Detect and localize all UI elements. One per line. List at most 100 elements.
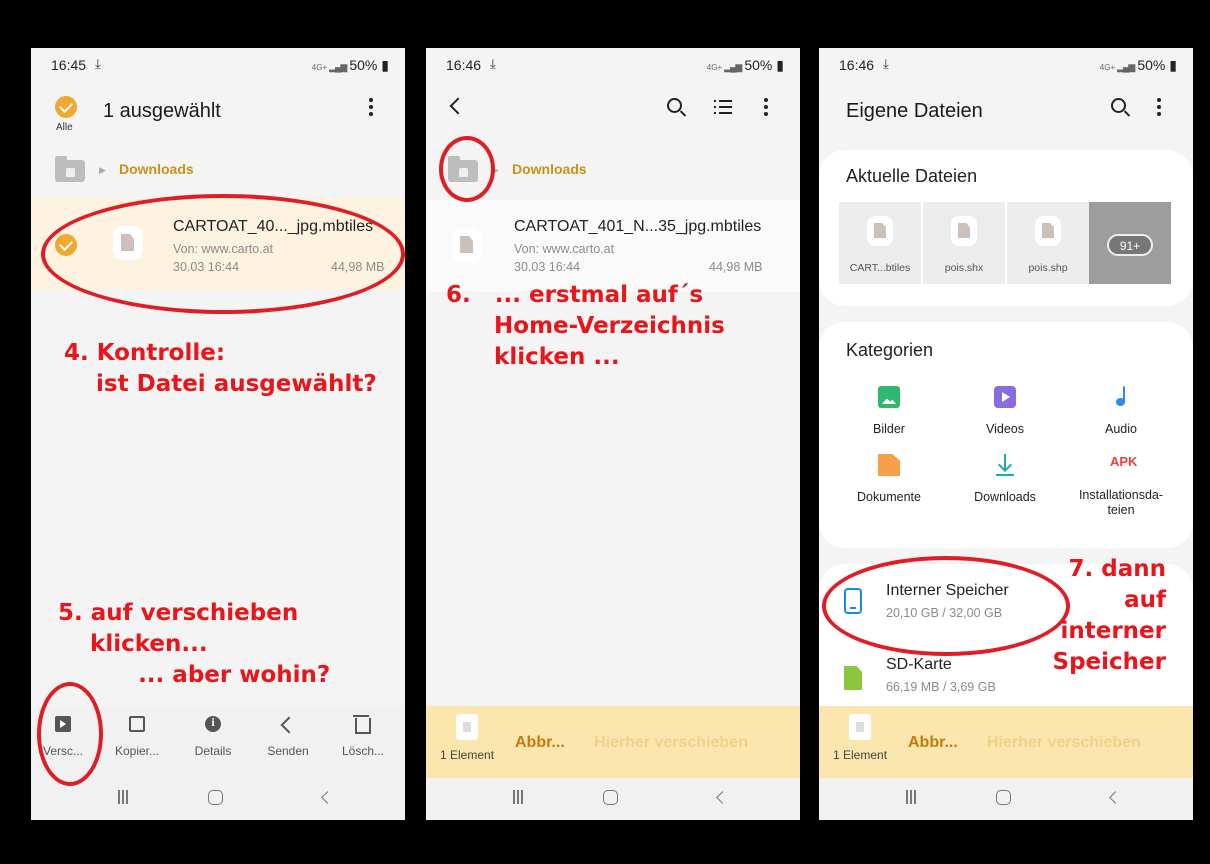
file-row[interactable]: CARTOAT_401_N...35_jpg.mbtiles Von: www.… [426,200,800,292]
cancel-button[interactable]: Abbr... [515,734,565,752]
storage-size: 66,19 MB / 3,69 GB [886,680,996,694]
annotation-step-5: 5. auf verschieben klicken... ... aber w… [58,600,331,688]
back-nav-icon[interactable] [1109,791,1122,804]
trash-icon [353,715,371,734]
more-recent-files[interactable]: 91+ [1089,202,1171,284]
image-icon [878,386,900,408]
signal-icon: ▂▄▆ [1117,62,1135,72]
breadcrumb-downloads[interactable]: Downloads [512,161,587,177]
info-icon [205,715,221,732]
battery-level: 50% [349,57,378,73]
network-type: 4G+ [1099,63,1116,72]
back-arrow-icon[interactable] [449,97,467,115]
recent-apps-icon[interactable] [513,790,523,804]
move-here-button[interactable]: Hierher verschieben [594,734,748,752]
search-icon[interactable] [1111,98,1126,113]
file-icon [951,216,977,246]
file-date: 30.03 16:44 [514,260,581,274]
audio-icon [1110,386,1132,408]
move-action-bar: 1 Element Abbr... Hierher verschieben [426,706,800,778]
apk-icon: APK [1110,454,1138,469]
share-icon [280,716,296,732]
move-here-button[interactable]: Hierher verschieben [987,734,1141,752]
signal-icon: ▂▄▆ [724,62,742,72]
network-type: 4G+ [706,63,723,72]
copy-icon [129,716,145,732]
home-nav-icon[interactable] [996,790,1011,805]
categories-card: Kategorien Bilder Videos Audio Dokumente… [819,322,1193,548]
select-all-checkbox[interactable] [55,96,77,118]
home-nav-icon[interactable] [603,790,618,805]
home-nav-icon[interactable] [208,790,223,805]
annotation-step-6: 6. ... erstmal auf´s Home-Verzeichnis kl… [446,282,725,370]
copy-button[interactable]: Kopier... [107,716,167,758]
video-icon [994,386,1016,408]
breadcrumb-downloads[interactable]: Downloads [119,161,194,177]
annotation-ring-file [41,194,405,314]
file-icon [452,228,482,262]
search-icon[interactable] [667,98,682,113]
home-folder-icon[interactable] [55,156,85,182]
more-options-icon[interactable] [1157,98,1161,119]
recent-files-card: Aktuelle Dateien CART...btiles pois.shx … [819,150,1193,306]
recent-file-thumb[interactable]: CART...btiles [839,202,921,284]
signal-icon: ▂▄▆ [329,62,347,72]
file-icon [1035,216,1061,246]
download-done-icon: ⤓ [490,56,496,71]
recent-file-thumb[interactable]: pois.shp [1007,202,1089,284]
page-title: Eigene Dateien [846,100,983,122]
battery-icon: ▮ [381,57,389,73]
recent-files-title: Aktuelle Dateien [846,166,978,186]
system-navbar [819,778,1193,820]
network-type: 4G+ [311,63,328,72]
status-time: 16:45 [51,57,87,73]
status-bar: 16:46 ⤓ 4G+ ▂▄▆ 50% ▮ [426,48,800,76]
back-nav-icon[interactable] [321,791,334,804]
file-size: 44,98 MB [709,260,763,274]
share-button[interactable]: Senden [258,716,318,758]
system-navbar [31,778,405,820]
delete-button[interactable]: Lösch... [333,715,393,758]
category-downloads[interactable]: Downloads [945,454,1065,505]
category-documents[interactable]: Dokumente [829,454,949,505]
recent-apps-icon[interactable] [906,790,916,804]
category-audio[interactable]: Audio [1061,386,1181,437]
status-bar: 16:45 ⤓ 4G+ ▂▄▆ 50% ▮ [31,48,405,76]
element-icon [456,714,478,740]
annotation-step-7: 7. dann auf interner Speicher [1052,556,1166,675]
selection-title: 1 ausgewählt [103,100,221,122]
annotation-ring-home [439,136,495,202]
annotation-ring-move [37,682,103,786]
category-videos[interactable]: Videos [945,386,1065,437]
file-source: Von: www.carto.at [514,242,615,256]
recent-file-thumb[interactable]: pois.shx [923,202,1005,284]
more-options-icon[interactable] [764,98,768,119]
recent-apps-icon[interactable] [118,790,128,804]
category-images[interactable]: Bilder [829,386,949,437]
battery-level: 50% [744,57,773,73]
status-time: 16:46 [839,57,875,73]
annotation-ring-storage [822,556,1070,656]
sd-card-icon [844,666,862,690]
element-icon [849,714,871,740]
document-icon [878,454,900,476]
details-button[interactable]: Details [183,715,243,758]
system-navbar [426,778,800,820]
battery-icon: ▮ [1169,57,1177,73]
file-name: CARTOAT_401_N...35_jpg.mbtiles [514,218,762,235]
file-icon [867,216,893,246]
list-view-icon[interactable] [714,100,732,114]
battery-icon: ▮ [776,57,784,73]
categories-title: Kategorien [846,340,934,360]
download-done-icon: ⤓ [883,56,889,71]
select-all-label: Alle [56,122,73,133]
cancel-button[interactable]: Abbr... [908,734,958,752]
back-nav-icon[interactable] [716,791,729,804]
annotation-step-4: 4. Kontrolle: ist Datei ausgewählt? [64,340,377,397]
more-options-icon[interactable] [369,98,373,119]
status-bar: 16:46 ⤓ 4G+ ▂▄▆ 50% ▮ [819,48,1193,76]
category-installation-files[interactable]: APK Installationsda- teien [1061,454,1181,518]
move-action-bar: 1 Element Abbr... Hierher verschieben [819,706,1193,778]
breadcrumb-arrow-icon: ▶ [99,165,106,175]
element-count: 1 Element [440,748,495,762]
